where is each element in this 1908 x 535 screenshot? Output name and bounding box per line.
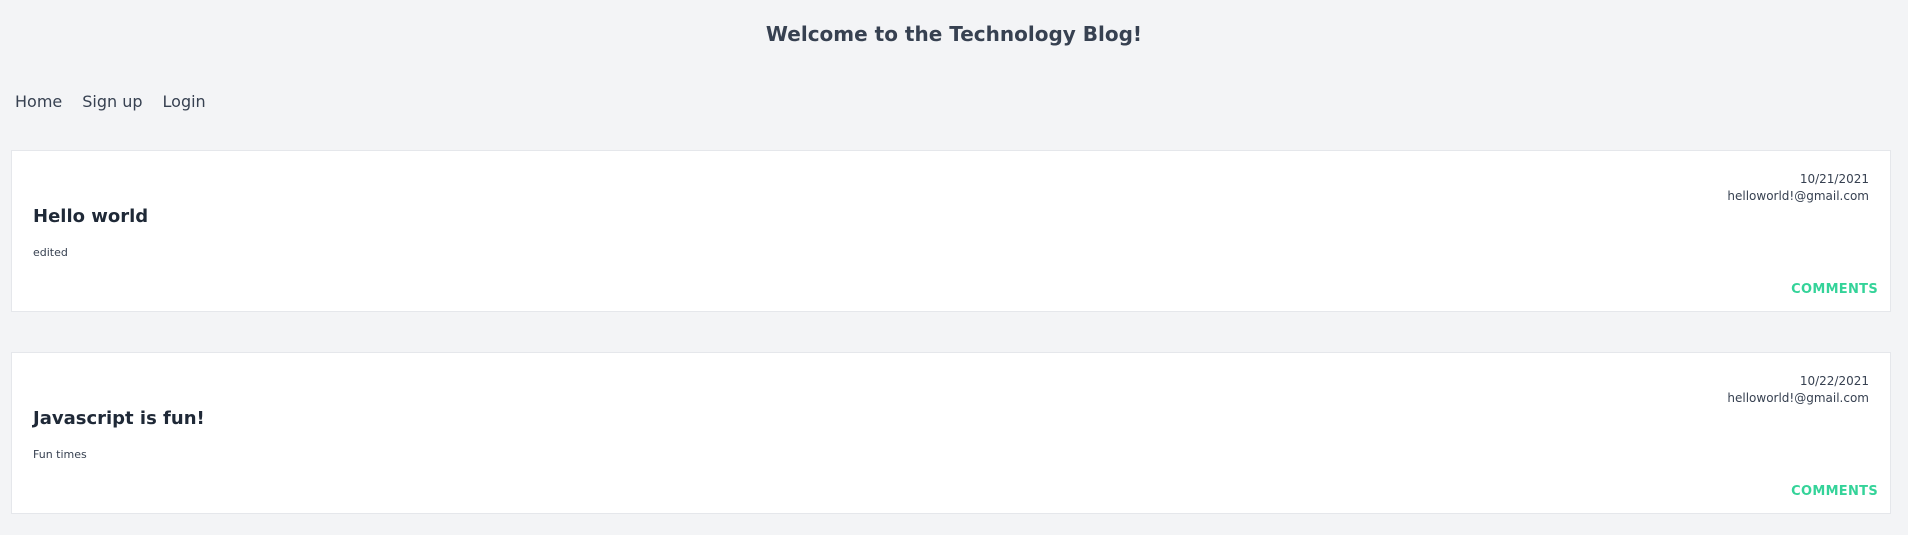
post-body: Fun times <box>33 448 87 461</box>
page: Welcome to the Technology Blog! Home Sig… <box>0 0 1908 535</box>
nav-login-link[interactable]: Login <box>163 92 206 111</box>
main-nav: Home Sign up Login <box>15 92 206 111</box>
comments-button[interactable]: COMMENTS <box>1791 282 1878 297</box>
post-author: helloworld!@gmail.com <box>1727 391 1869 405</box>
comments-button[interactable]: COMMENTS <box>1791 484 1878 499</box>
post-body: edited <box>33 246 68 259</box>
nav-signup-link[interactable]: Sign up <box>82 92 142 111</box>
post-date: 10/21/2021 <box>1799 172 1869 186</box>
post-meta: 10/21/2021 helloworld!@gmail.com <box>1727 171 1869 205</box>
post-title[interactable]: Javascript is fun! <box>33 408 205 429</box>
post-date: 10/22/2021 <box>1799 374 1869 388</box>
site-title: Welcome to the Technology Blog! <box>765 22 1143 46</box>
post-card: 10/22/2021 helloworld!@gmail.com Javascr… <box>11 352 1891 514</box>
post-author: helloworld!@gmail.com <box>1727 189 1869 203</box>
post-card: 10/21/2021 helloworld!@gmail.com Hello w… <box>11 150 1891 312</box>
post-title[interactable]: Hello world <box>33 206 148 227</box>
nav-home-link[interactable]: Home <box>15 92 62 111</box>
post-meta: 10/22/2021 helloworld!@gmail.com <box>1727 373 1869 407</box>
